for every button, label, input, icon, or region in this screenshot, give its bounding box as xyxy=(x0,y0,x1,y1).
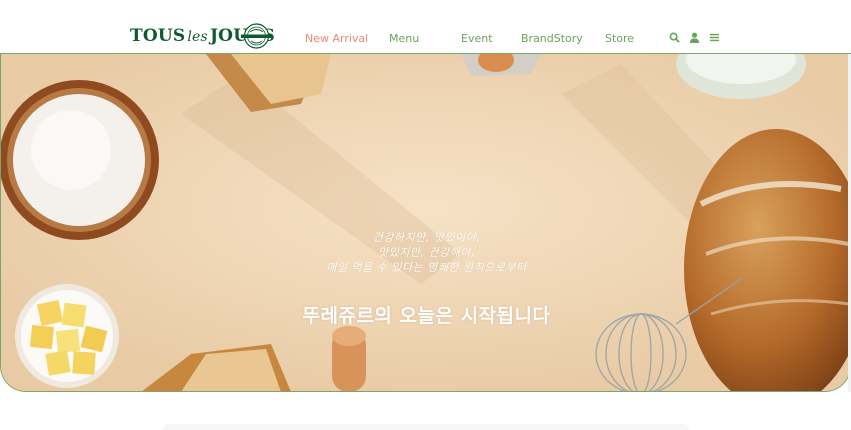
content-card-top xyxy=(163,424,689,430)
nav-event[interactable]: Event xyxy=(461,32,493,45)
logo-word-les: les xyxy=(187,29,208,45)
site-header: TOUS les JOURS New Arrival Menu Event Bran… xyxy=(0,0,851,54)
hero-banner: 건강하지만, 맛있어야, 맛있지만, 건강해야, 매일 먹을 수 있다는 명쾌한… xyxy=(0,54,851,392)
utility-icons xyxy=(669,32,720,43)
user-icon[interactable] xyxy=(689,32,700,43)
hero-copy-line-3: 매일 먹을 수 있다는 명쾌한 원칙으로부터 xyxy=(326,261,527,274)
hero-copy-line-1: 건강하지만, 맛있어야, xyxy=(372,231,481,244)
hero-headline: 뚜레쥬르의 오늘은 시작됩니다 xyxy=(302,305,551,327)
nav-new-arrival[interactable]: New Arrival xyxy=(305,32,368,45)
nav-brand-story[interactable]: BrandStory xyxy=(521,32,583,45)
menu-icon[interactable] xyxy=(709,32,720,43)
nav-menu[interactable]: Menu xyxy=(389,32,419,45)
hero-copy: 건강하지만, 맛있어야, 맛있지만, 건강해야, 매일 먹을 수 있다는 명쾌한… xyxy=(1,230,850,275)
hero-bakery-illustration xyxy=(1,54,850,391)
brand-emblem-icon xyxy=(241,23,272,49)
search-icon[interactable] xyxy=(669,32,680,43)
nav-store[interactable]: Store xyxy=(605,32,634,45)
hero-copy-line-2: 맛있지만, 건강해야, xyxy=(378,246,475,259)
logo-word-tous: TOUS xyxy=(130,26,186,46)
